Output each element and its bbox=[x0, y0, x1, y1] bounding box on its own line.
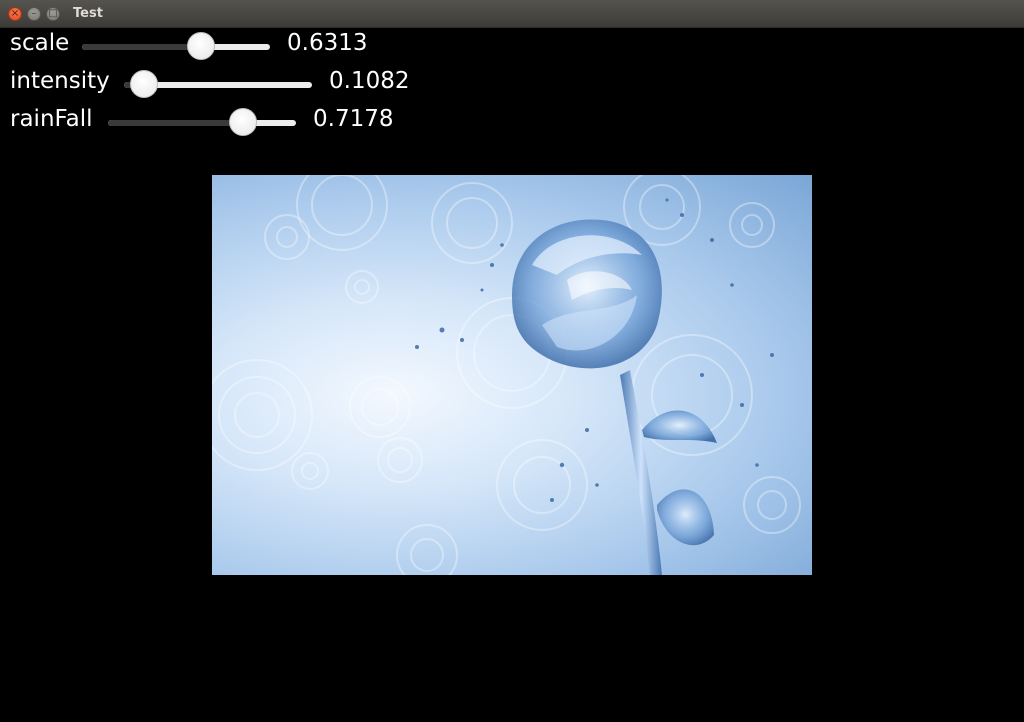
close-icon[interactable]: × bbox=[8, 7, 22, 21]
rose-head bbox=[512, 219, 662, 369]
slider-track-scale[interactable] bbox=[82, 44, 270, 50]
slider-fill-scale bbox=[82, 44, 201, 50]
maximize-icon[interactable]: □ bbox=[46, 7, 60, 21]
ripples bbox=[212, 175, 801, 575]
slider-fill-rainfall bbox=[108, 120, 243, 126]
slider-value-rainfall: 0.7178 bbox=[313, 106, 394, 132]
water-rose-image bbox=[212, 175, 801, 575]
rose-stem bbox=[620, 370, 662, 575]
rose-leaf bbox=[642, 410, 717, 443]
slider-thumb-scale[interactable] bbox=[187, 32, 215, 60]
slider-track-rainfall[interactable] bbox=[108, 120, 296, 126]
title-bar[interactable]: × – □ Test bbox=[0, 0, 1024, 28]
slider-label-rainfall: rainFall bbox=[10, 106, 93, 132]
app-window: × – □ Test scale 0.6313 intensity 0.1082… bbox=[0, 0, 1024, 722]
minimize-icon[interactable]: – bbox=[27, 7, 41, 21]
window-title: Test bbox=[73, 6, 103, 21]
slider-value-scale: 0.6313 bbox=[287, 30, 368, 56]
render-viewport[interactable] bbox=[212, 175, 812, 575]
slider-label-intensity: intensity bbox=[10, 68, 110, 94]
slider-thumb-intensity[interactable] bbox=[130, 70, 158, 98]
slider-thumb-rainfall[interactable] bbox=[229, 108, 257, 136]
slider-label-scale: scale bbox=[10, 30, 70, 56]
slider-value-intensity: 0.1082 bbox=[329, 68, 410, 94]
content-area: scale 0.6313 intensity 0.1082 rainFall 0… bbox=[0, 28, 1024, 722]
